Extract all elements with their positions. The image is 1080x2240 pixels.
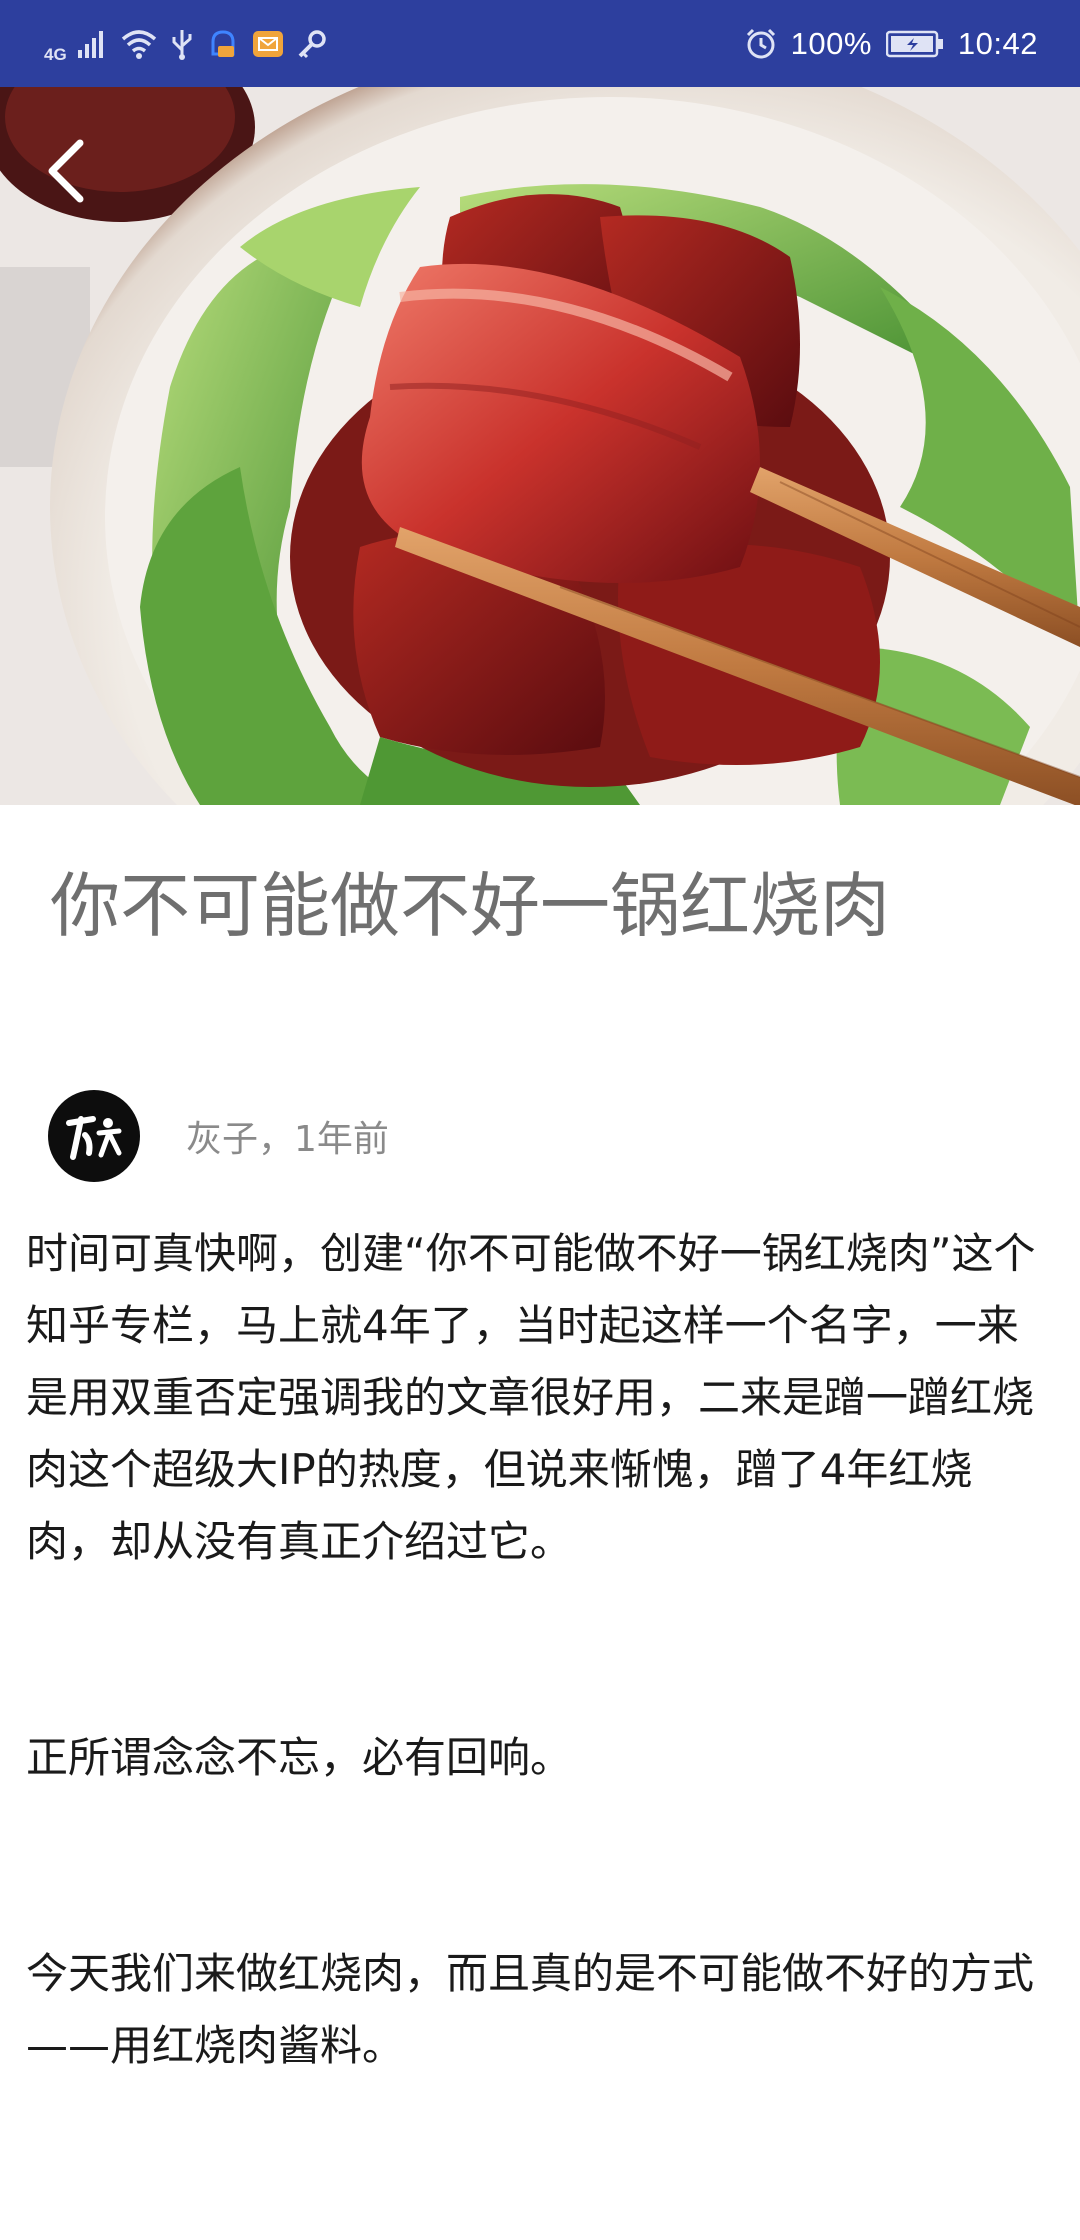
author-logo-icon	[66, 1116, 122, 1160]
clock-time: 10:42	[957, 25, 1038, 61]
wifi-icon	[121, 29, 157, 59]
key-icon	[297, 29, 327, 59]
article-paragraph: 今天我们来做红烧肉，而且真的是不可能做不好的方式——用红烧肉酱料。	[26, 1949, 1035, 2070]
author-meta: 灰子，1年前	[186, 1119, 389, 1160]
battery-icon	[885, 30, 944, 58]
chevron-left-icon	[48, 139, 84, 203]
article-title: 你不可能做不好一锅红烧肉	[50, 865, 890, 947]
mail-icon	[252, 30, 283, 57]
signal-icon	[77, 30, 107, 58]
back-button[interactable]	[30, 131, 102, 211]
status-bar: 4G 100% 10:42	[0, 0, 1080, 87]
braised-pork-photo	[0, 87, 1080, 805]
article-paragraph: 时间可真快啊，创建“你不可能做不好一锅红烧肉”这个知乎专栏，马上就4年了，当时起…	[26, 1229, 1036, 1566]
usb-icon	[171, 28, 193, 60]
author-row[interactable]: 灰子，1年前	[48, 1090, 389, 1182]
avatar[interactable]	[48, 1090, 140, 1182]
network-type-label: 4G	[44, 44, 67, 64]
article-paragraph: 正所谓念念不忘，必有回响。	[26, 1733, 573, 1782]
alarm-icon	[745, 28, 777, 60]
battery-percent: 100%	[790, 25, 872, 61]
status-left: 4G	[44, 23, 327, 65]
notification-icon	[207, 28, 239, 60]
status-right: 100% 10:42	[745, 26, 1038, 62]
article-body: 时间可真快啊，创建“你不可能做不好一锅红烧肉”这个知乎专栏，马上就4年了，当时起…	[26, 1218, 1056, 2082]
hero-image	[0, 87, 1080, 805]
